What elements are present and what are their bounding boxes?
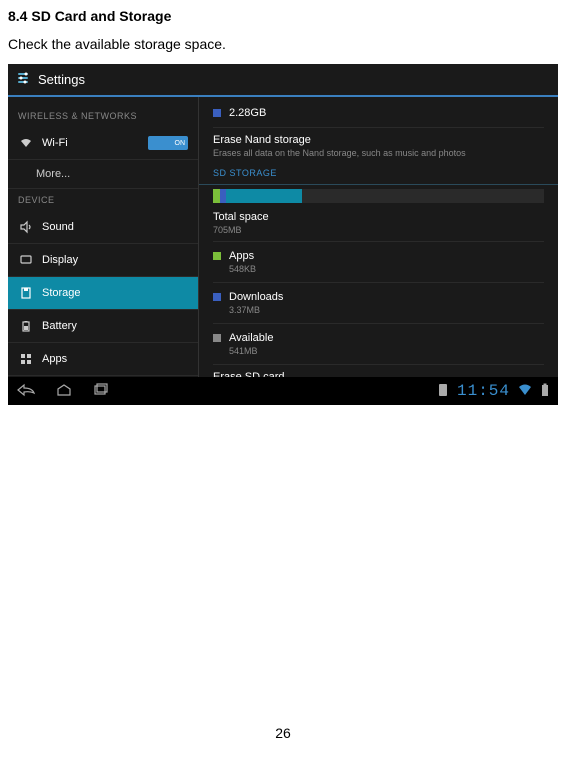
available-value: 541MB [229, 346, 273, 356]
apps-title: Apps [229, 250, 256, 262]
section-divider [199, 184, 558, 185]
divider [213, 127, 544, 128]
wifi-icon [18, 135, 34, 151]
android-screenshot: Settings WIRELESS & NETWORKS Wi-Fi ON Mo… [8, 64, 558, 405]
sidebar-item-sound[interactable]: Sound [8, 211, 198, 244]
doc-subtext: Check the available storage space. [0, 28, 566, 64]
usage-seg-other [226, 189, 302, 203]
back-button[interactable] [16, 383, 36, 400]
storage-label: Storage [42, 287, 81, 299]
divider [213, 323, 544, 324]
erase-nand-button[interactable]: Erase Nand storage Erases all data on th… [199, 130, 558, 162]
detail-top-value[interactable]: 2.28GB [199, 101, 558, 125]
sound-label: Sound [42, 221, 74, 233]
wifi-status-icon [518, 383, 532, 400]
app-header: Settings [8, 64, 558, 97]
page-number: 26 [0, 685, 566, 761]
divider [213, 241, 544, 242]
usage-seg-downloads [220, 189, 227, 203]
downloads-row[interactable]: Downloads 3.37MB [199, 285, 558, 321]
section-device: DEVICE [8, 189, 198, 211]
available-row[interactable]: Available 541MB [199, 326, 558, 362]
downloads-title: Downloads [229, 291, 283, 303]
sidebar-item-storage[interactable]: Storage [8, 277, 198, 310]
storage-usage-bar [213, 189, 544, 203]
swatch-apps [213, 252, 221, 260]
apps-row[interactable]: Apps 548KB [199, 244, 558, 280]
storage-icon [18, 285, 34, 301]
sidebar-item-wifi[interactable]: Wi-Fi ON [8, 127, 198, 160]
app-title: Settings [38, 72, 85, 87]
display-label: Display [42, 254, 78, 266]
display-icon [18, 252, 34, 268]
sound-icon [18, 219, 34, 235]
usage-seg-apps [213, 189, 220, 203]
settings-icon [16, 70, 38, 89]
downloads-value: 3.37MB [229, 305, 283, 315]
section-personal: PERSONAL [8, 376, 198, 377]
settings-sidebar: WIRELESS & NETWORKS Wi-Fi ON More... DEV… [8, 97, 198, 377]
divider [213, 364, 544, 365]
wifi-label: Wi-Fi [42, 137, 68, 149]
erase-sd-button[interactable]: Erase SD card Erases all data on the SD … [199, 367, 558, 377]
apps-value: 548KB [229, 264, 256, 274]
sidebar-item-display[interactable]: Display [8, 244, 198, 277]
doc-heading: 8.4 SD Card and Storage [0, 0, 566, 28]
more-label: More... [36, 168, 70, 180]
status-clock: 11:54 [457, 382, 510, 400]
top-value-text: 2.28GB [229, 107, 266, 119]
sidebar-item-more[interactable]: More... [8, 160, 198, 189]
sidebar-item-apps[interactable]: Apps [8, 343, 198, 376]
home-button[interactable] [54, 383, 74, 400]
divider [213, 282, 544, 283]
section-wireless: WIRELESS & NETWORKS [8, 105, 198, 127]
battery-status-icon [540, 383, 550, 400]
sidebar-item-battery[interactable]: Battery [8, 310, 198, 343]
erase-nand-title: Erase Nand storage [213, 134, 544, 146]
swatch-available [213, 334, 221, 342]
wifi-toggle[interactable]: ON [148, 136, 188, 150]
total-space-value: 705MB [213, 225, 544, 235]
apps-icon [18, 351, 34, 367]
total-space-row[interactable]: Total space 705MB [199, 207, 558, 239]
swatch-downloads [213, 293, 221, 301]
apps-label: Apps [42, 353, 67, 365]
recent-button[interactable] [92, 383, 110, 400]
system-bar: 11:54 [8, 377, 558, 405]
sd-storage-section: SD STORAGE [199, 162, 558, 182]
battery-icon [18, 318, 34, 334]
erase-sd-title: Erase SD card [213, 371, 544, 377]
erase-nand-sub: Erases all data on the Nand storage, suc… [213, 148, 544, 158]
swatch-top [213, 109, 221, 117]
battery-label: Battery [42, 320, 77, 332]
total-space-title: Total space [213, 211, 544, 223]
available-title: Available [229, 332, 273, 344]
storage-detail: 2.28GB Erase Nand storage Erases all dat… [199, 97, 558, 377]
sd-notification-icon[interactable] [437, 383, 449, 400]
